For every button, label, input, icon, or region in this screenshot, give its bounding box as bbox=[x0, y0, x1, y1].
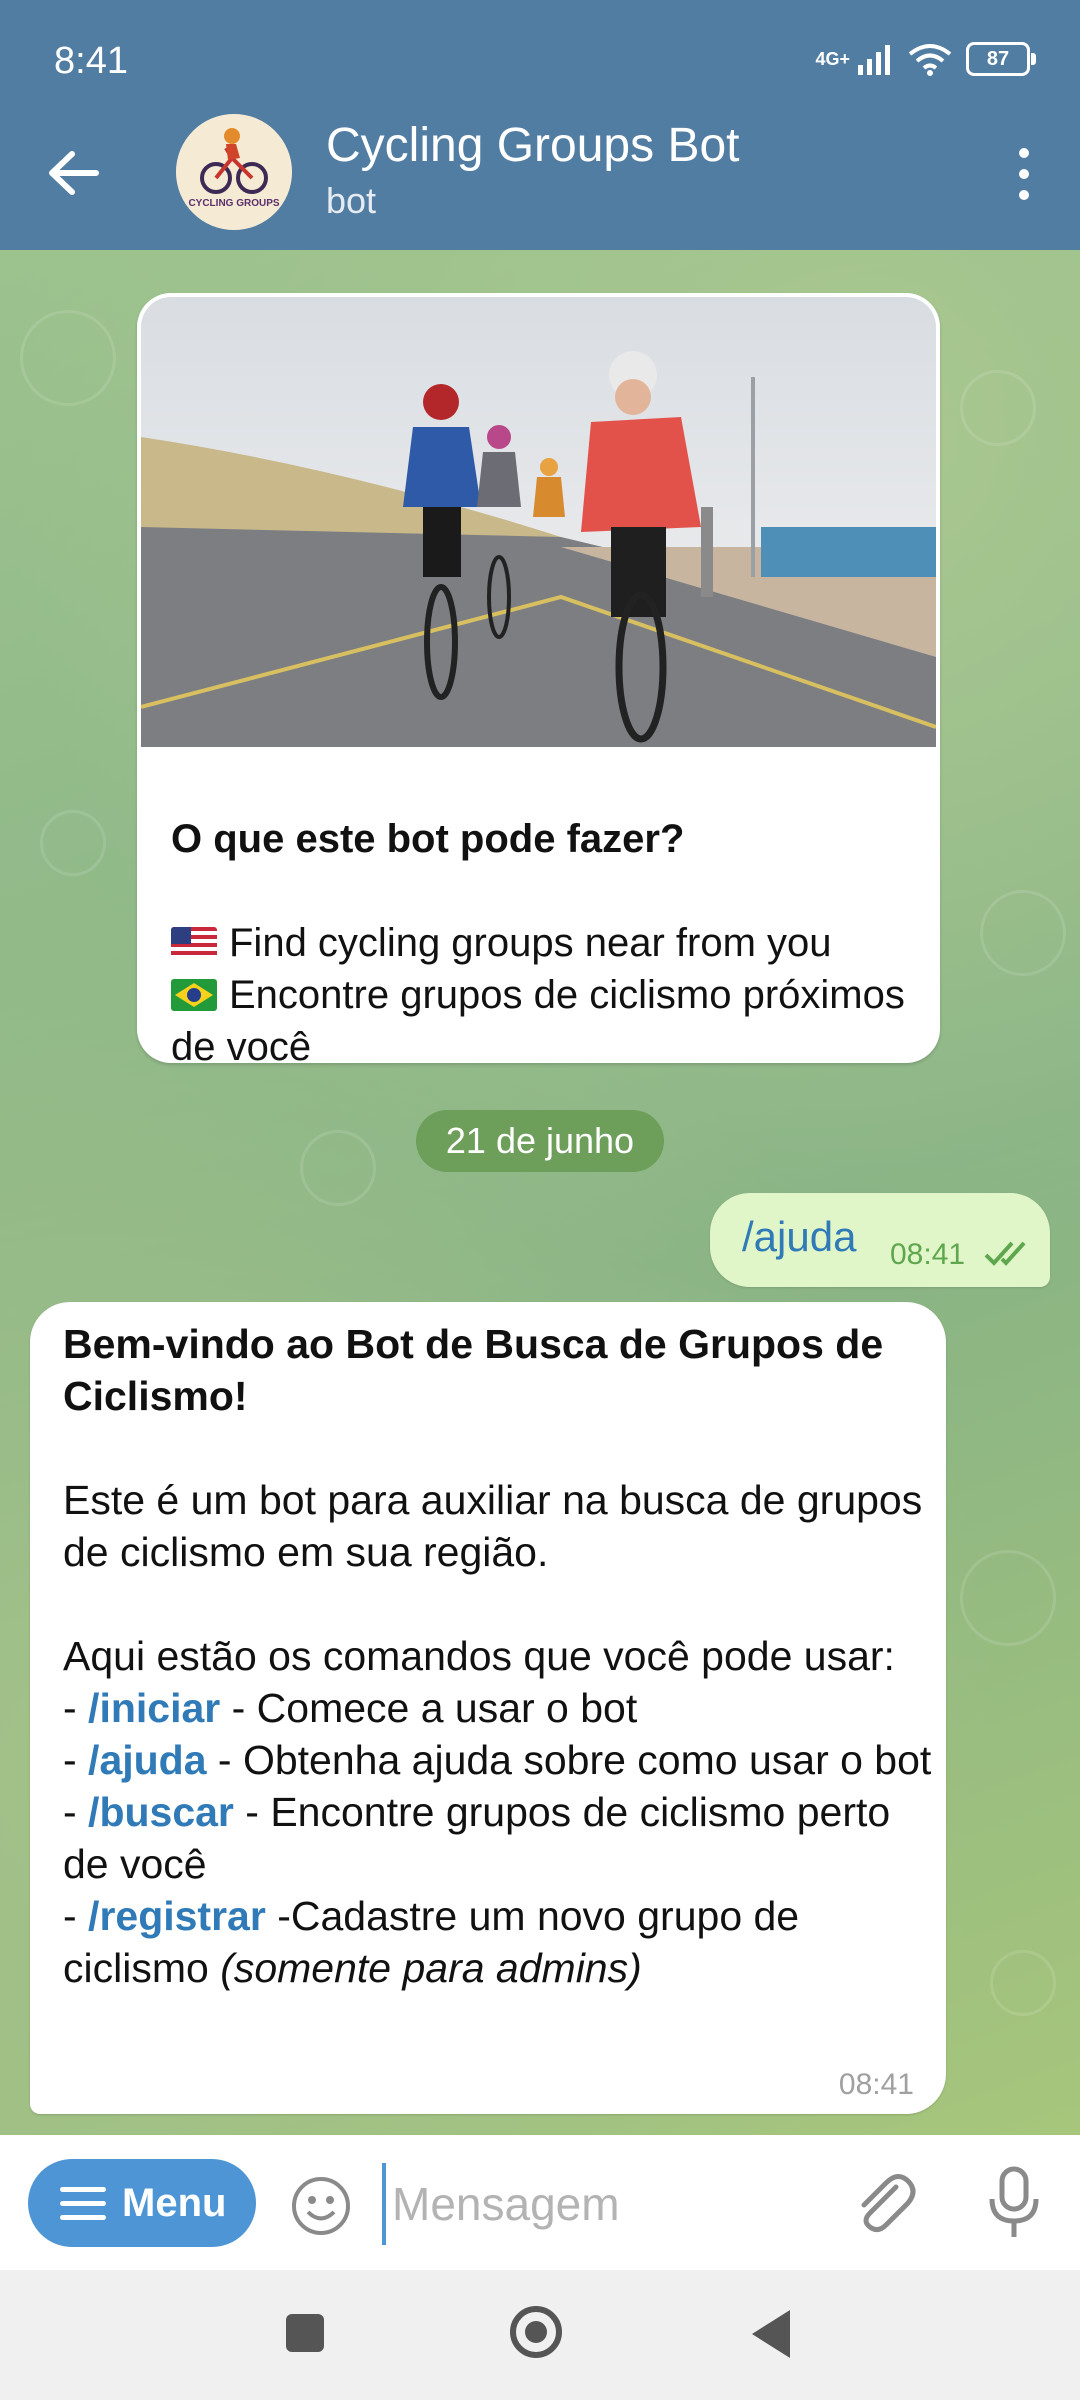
card-text-pt: Encontre grupos de ciclismo próximos de … bbox=[171, 973, 905, 1063]
home-icon[interactable] bbox=[510, 2306, 562, 2358]
us-flag-icon bbox=[171, 927, 217, 959]
command-iniciar-desc: - Comece a usar o bot bbox=[220, 1685, 638, 1731]
chat-area[interactable]: O que este bot pode fazer? Find cycling … bbox=[0, 250, 1080, 2135]
read-ticks-icon bbox=[984, 1241, 1026, 1266]
wifi-icon bbox=[908, 44, 952, 76]
outgoing-message-time: 08:41 bbox=[890, 1238, 966, 1271]
microphone-icon[interactable] bbox=[984, 2165, 1044, 2241]
status-time: 8:41 bbox=[54, 40, 128, 82]
back-arrow-icon[interactable] bbox=[44, 148, 104, 198]
card-line-pt: Encontre grupos de ciclismo próximos de … bbox=[171, 969, 911, 1063]
bot-logo: CYCLING GROUPS bbox=[176, 114, 292, 230]
recent-apps-icon[interactable] bbox=[286, 2314, 324, 2352]
hamburger-icon bbox=[60, 2187, 106, 2229]
more-options-icon[interactable] bbox=[1012, 148, 1036, 202]
bot-description: O que este bot pode fazer? Find cycling … bbox=[171, 813, 911, 1063]
system-navigation-bar bbox=[0, 2270, 1080, 2400]
incoming-message[interactable]: Bem-vindo ao Bot de Busca de Grupos de C… bbox=[30, 1302, 946, 2114]
date-separator: 21 de junho bbox=[416, 1110, 664, 1172]
emoji-icon[interactable] bbox=[290, 2175, 352, 2237]
bot-avatar[interactable]: CYCLING GROUPS bbox=[176, 114, 292, 230]
incoming-message-text: Bem-vindo ao Bot de Busca de Grupos de C… bbox=[63, 1321, 932, 1991]
network-type: 4G+ bbox=[815, 48, 850, 69]
message-input[interactable] bbox=[382, 2163, 834, 2245]
welcome-title: Bem-vindo ao Bot de Busca de Grupos de C… bbox=[63, 1321, 884, 1419]
command-registrar[interactable]: /registrar bbox=[88, 1893, 266, 1939]
chat-title[interactable]: Cycling Groups Bot bbox=[326, 118, 740, 173]
command-buscar[interactable]: /buscar bbox=[88, 1789, 234, 1835]
svg-text:CYCLING GROUPS: CYCLING GROUPS bbox=[188, 198, 279, 209]
cyclists-image bbox=[141, 297, 936, 747]
system-back-icon[interactable] bbox=[752, 2310, 790, 2358]
welcome-intro: Este é um bot para auxiliar na busca de … bbox=[63, 1477, 923, 1575]
cyclists-photo[interactable] bbox=[141, 297, 936, 747]
chat-subtitle: bot bbox=[326, 180, 377, 221]
outgoing-message[interactable]: /ajuda 08:41 bbox=[710, 1193, 1050, 1287]
card-heading: O que este bot pode fazer? bbox=[171, 817, 685, 861]
app-header: 8:41 4G+ 87 CYCLING GROUPS Cycling Group… bbox=[0, 0, 1080, 250]
admin-note: (somente para admins) bbox=[220, 1945, 642, 1991]
message-input-bar: Menu bbox=[0, 2135, 1080, 2270]
outgoing-message-text[interactable]: /ajuda bbox=[742, 1213, 856, 1261]
menu-button[interactable]: Menu bbox=[28, 2159, 256, 2247]
command-ajuda[interactable]: /ajuda bbox=[88, 1737, 206, 1783]
card-text-en: Find cycling groups near from you bbox=[229, 921, 832, 965]
brazil-flag-icon bbox=[171, 979, 217, 1011]
card-line-en: Find cycling groups near from you bbox=[171, 917, 911, 969]
attachment-icon[interactable] bbox=[848, 2167, 918, 2237]
commands-intro: Aqui estão os comandos que você pode usa… bbox=[63, 1633, 895, 1679]
menu-button-label: Menu bbox=[122, 2181, 227, 2225]
bot-description-card: O que este bot pode fazer? Find cycling … bbox=[137, 293, 940, 1063]
incoming-message-time: 08:41 bbox=[838, 2068, 914, 2101]
command-ajuda-desc: - Obtenha ajuda sobre como usar o bot bbox=[206, 1737, 932, 1783]
signal-icon bbox=[858, 45, 890, 75]
status-icons: 4G+ 87 bbox=[815, 42, 1036, 76]
battery-icon: 87 bbox=[966, 42, 1036, 76]
command-iniciar[interactable]: /iniciar bbox=[88, 1685, 220, 1731]
